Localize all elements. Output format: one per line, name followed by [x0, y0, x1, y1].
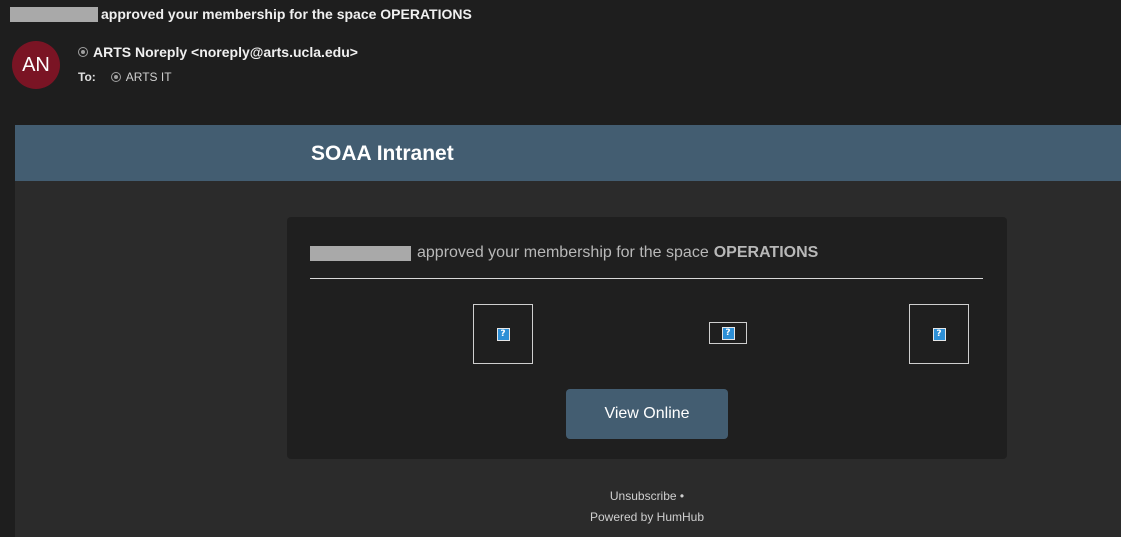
contact-circle-icon: [110, 72, 121, 82]
sender-line[interactable]: ARTS Noreply <noreply@arts.ucla.edu>: [78, 44, 358, 60]
broken-image-icon: ?: [496, 327, 510, 341]
recipient-line: To: ARTS IT: [78, 70, 172, 84]
redacted-name: [10, 6, 98, 22]
brand-title: SOAA Intranet: [311, 142, 454, 165]
view-online-button[interactable]: View Online: [566, 389, 728, 439]
avatar-initials: AN: [22, 53, 50, 76]
image-placeholder-right: ?: [909, 304, 969, 364]
broken-image-icon: ?: [721, 326, 735, 340]
contact-circle-icon: [78, 47, 88, 57]
unsubscribe-link[interactable]: Unsubscribe: [610, 489, 677, 503]
space-name: OPERATIONS: [713, 244, 819, 261]
brand-bar: SOAA Intranet: [15, 125, 1121, 181]
subject-text: approved your membership for the space O…: [101, 6, 472, 22]
email-body: SOAA Intranet approved your membership f…: [15, 125, 1121, 537]
footer-unsubscribe-line: Unsubscribe •: [547, 486, 747, 507]
divider: [310, 278, 983, 279]
broken-image-icon: ?: [932, 327, 946, 341]
notification-message: approved your membership for the space O…: [310, 244, 818, 262]
recipient-name: ARTS IT: [125, 70, 172, 84]
email-subject: approved your membership for the space O…: [10, 6, 472, 22]
to-label: To:: [78, 70, 96, 84]
recipient-chip[interactable]: ARTS IT: [110, 70, 172, 84]
message-text: approved your membership for the space: [417, 244, 709, 261]
footer-separator: •: [679, 489, 685, 503]
powered-by-text: Powered by HumHub: [589, 510, 705, 524]
notification-card: approved your membership for the space O…: [287, 217, 1007, 459]
redacted-name: [310, 245, 411, 261]
image-placeholder-left: ?: [473, 304, 533, 364]
sender-name: ARTS Noreply <noreply@arts.ucla.edu>: [93, 44, 358, 60]
email-footer: Unsubscribe • Powered by HumHub: [547, 486, 747, 528]
sender-avatar[interactable]: AN: [12, 41, 60, 89]
image-placeholder-middle: ?: [709, 322, 747, 344]
